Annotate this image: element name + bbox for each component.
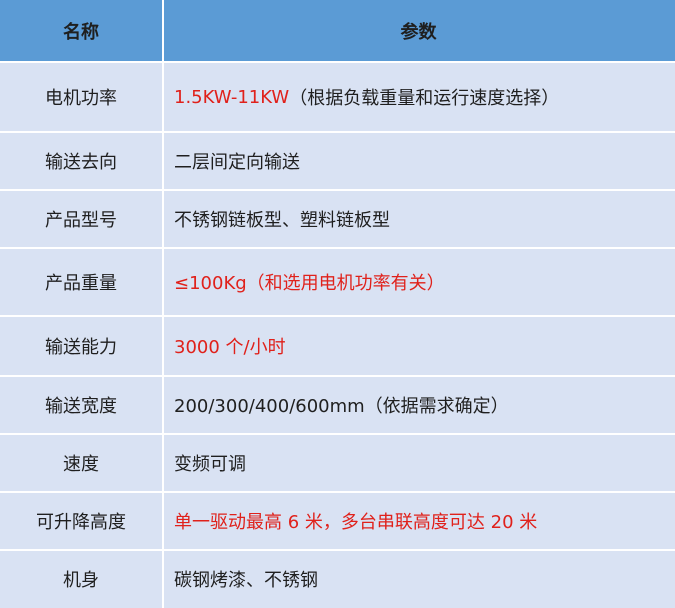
row-divider [0, 247, 675, 249]
table-row: 输送宽度 200/300/400/600mm（依据需求确定） [0, 376, 675, 434]
row-divider [0, 131, 675, 133]
row-divider [0, 375, 675, 377]
row-value: 200/300/400/600mm（依据需求确定） [162, 376, 675, 434]
table-row: 速度 变频可调 [0, 434, 675, 492]
row-divider [0, 491, 675, 493]
row-divider [0, 315, 675, 317]
row-label: 速度 [63, 454, 99, 475]
value-highlight: 1.5KW-11KW [174, 86, 290, 108]
column-divider [162, 0, 164, 608]
value-highlight: 单一驱动最高 6 米，多台串联高度可达 20 米 [174, 512, 538, 533]
value-text: 200/300/400/600mm（依据需求确定） [174, 396, 509, 417]
row-label: 可升降高度 [36, 512, 126, 533]
row-label: 输送去向 [45, 152, 117, 173]
value-text: 不锈钢链板型、塑料链板型 [174, 210, 390, 231]
row-divider [0, 61, 675, 63]
row-value: 二层间定向输送 [162, 132, 675, 190]
value-text: 碳钢烤漆、不锈钢 [174, 570, 318, 591]
table-row: 可升降高度 单一驱动最高 6 米，多台串联高度可达 20 米 [0, 492, 675, 550]
row-value: 3000 个/小时 [162, 316, 675, 376]
row-value: 变频可调 [162, 434, 675, 492]
value-highlight: ≤100Kg（和选用电机功率有关） [174, 273, 445, 294]
row-label: 输送宽度 [45, 396, 117, 417]
table-header: 名称 参数 [0, 0, 675, 62]
table-row: 产品型号 不锈钢链板型、塑料链板型 [0, 190, 675, 248]
table-row: 电机功率 1.5KW-11KW （根据负载重量和运行速度选择） [0, 62, 675, 132]
value-text: 二层间定向输送 [174, 152, 300, 173]
row-value: ≤100Kg（和选用电机功率有关） [162, 248, 675, 316]
row-label: 产品型号 [45, 210, 117, 231]
table-row: 机身 碳钢烤漆、不锈钢 [0, 550, 675, 608]
row-divider [0, 189, 675, 191]
row-label: 电机功率 [45, 88, 117, 109]
row-value: 碳钢烤漆、不锈钢 [162, 550, 675, 608]
row-divider [0, 433, 675, 435]
row-value: 单一驱动最高 6 米，多台串联高度可达 20 米 [162, 492, 675, 550]
row-value: 1.5KW-11KW （根据负载重量和运行速度选择） [162, 62, 675, 132]
table-row: 输送能力 3000 个/小时 [0, 316, 675, 376]
header-name: 名称 [63, 22, 99, 43]
row-label: 机身 [63, 570, 99, 591]
value-text: 变频可调 [174, 454, 246, 475]
row-divider [0, 549, 675, 551]
table-row: 输送去向 二层间定向输送 [0, 132, 675, 190]
row-label: 产品重量 [45, 273, 117, 294]
value-text: （根据负载重量和运行速度选择） [289, 88, 560, 109]
header-param: 参数 [400, 22, 437, 43]
value-highlight: 3000 个/小时 [174, 337, 286, 358]
row-value: 不锈钢链板型、塑料链板型 [162, 190, 675, 248]
row-label: 输送能力 [45, 337, 117, 358]
table-row: 产品重量 ≤100Kg（和选用电机功率有关） [0, 248, 675, 316]
